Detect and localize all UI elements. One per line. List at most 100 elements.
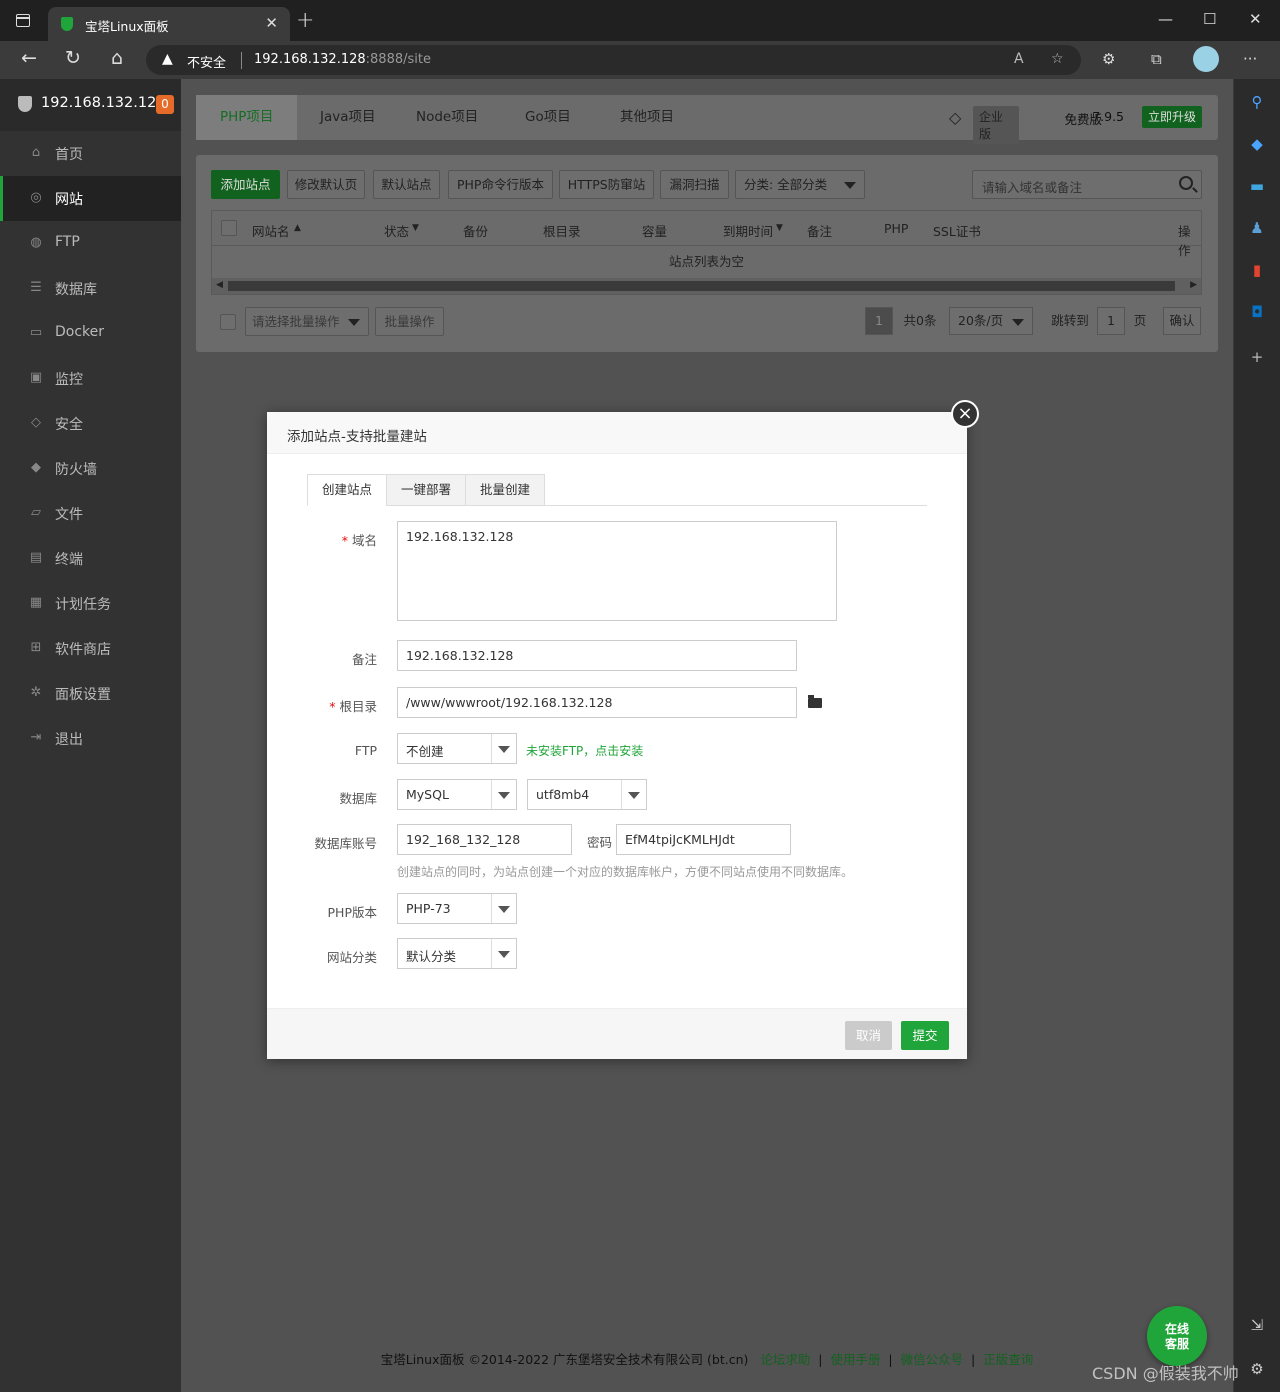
horizontal-scrollbar[interactable]: ◀ ▶ — [212, 278, 1201, 294]
dialog-close-icon[interactable]: × — [951, 400, 979, 428]
extensions-icon[interactable]: ⚙ — [1102, 50, 1115, 68]
install-ftp-link[interactable]: 未安装FTP，点击安装 — [526, 742, 643, 759]
warning-icon[interactable]: ▲ — [162, 51, 173, 67]
sidebar-item-monitor[interactable]: ▣ 监控 — [0, 356, 181, 401]
tab-close-icon[interactable]: ✕ — [265, 14, 278, 32]
open-sidebar-icon[interactable]: ⇲ — [1246, 1314, 1268, 1336]
database-type-select[interactable]: MySQL — [397, 779, 517, 810]
scroll-right-icon[interactable]: ▶ — [1190, 280, 1197, 290]
scroll-thumb[interactable] — [228, 281, 1175, 291]
db-account-input[interactable]: 192_168_132_128 — [397, 824, 572, 855]
tab-one-click-deploy[interactable]: 一键部署 — [386, 474, 466, 506]
back-icon[interactable]: ← — [17, 47, 41, 69]
category-select[interactable]: 分类: 全部分类 — [735, 170, 865, 199]
wechat-link[interactable]: 微信公众号 — [901, 1352, 964, 1367]
sidebar-item-security[interactable]: ◇ 安全 — [0, 401, 181, 446]
browser-tab[interactable]: 宝塔Linux面板 ✕ — [48, 7, 290, 41]
root-dir-input[interactable]: /www/wwwroot/192.168.132.128 — [397, 687, 797, 718]
license-link[interactable]: 正版查询 — [983, 1352, 1033, 1367]
tab-node[interactable]: Node项目 — [416, 95, 478, 140]
tab-go[interactable]: Go项目 — [525, 95, 571, 140]
col-expire[interactable]: 到期时间 — [723, 221, 773, 240]
edit-default-page-button[interactable]: 修改默认页 — [287, 170, 365, 199]
tab-php[interactable]: PHP项目 — [196, 95, 298, 140]
sidebar-item-cron[interactable]: ▦ 计划任务 — [0, 581, 181, 626]
remark-input[interactable]: 192.168.132.128 — [397, 640, 797, 671]
add-icon[interactable]: + — [1246, 346, 1268, 368]
sort-down-icon[interactable]: ▼ — [776, 223, 783, 233]
sort-up-icon[interactable]: ▲ — [294, 223, 301, 233]
php-version-select[interactable]: PHP-73 — [397, 893, 517, 924]
outlook-icon[interactable]: ◘ — [1246, 301, 1268, 323]
submit-button[interactable]: 提交 — [901, 1021, 949, 1050]
more-menu-icon[interactable]: ··· — [1243, 50, 1257, 68]
shopping-tag-icon[interactable]: ◆ — [1246, 133, 1268, 155]
tab-batch-create[interactable]: 批量创建 — [465, 474, 545, 506]
cancel-button[interactable]: 取消 — [845, 1021, 892, 1050]
collections-icon[interactable]: ⧉ — [1151, 50, 1162, 68]
sidebar-item-logout[interactable]: ⇥ 退出 — [0, 716, 181, 761]
sort-down-icon[interactable]: ▼ — [412, 223, 419, 233]
home-icon[interactable]: ⌂ — [105, 47, 129, 69]
ftp-select[interactable]: 不创建 — [397, 733, 517, 764]
window-close-icon[interactable]: ✕ — [1249, 10, 1262, 28]
col-status[interactable]: 状态 — [384, 221, 409, 240]
scroll-left-icon[interactable]: ◀ — [216, 280, 223, 290]
sidebar-item-website[interactable]: ◎ 网站 — [0, 176, 181, 221]
sidebar-item-store[interactable]: ⊞ 软件商店 — [0, 626, 181, 671]
refresh-icon[interactable]: ↻ — [61, 47, 85, 69]
minimize-icon[interactable]: — — [1158, 10, 1173, 28]
domain-textarea[interactable]: 192.168.132.128 — [397, 521, 837, 621]
page-confirm-button[interactable]: 确认 — [1163, 307, 1201, 335]
per-page-select[interactable]: 20条/页 — [949, 307, 1033, 335]
maximize-icon[interactable]: ☐ — [1203, 10, 1216, 28]
db-password-input[interactable]: EfM4tpiJcKMLHJdt — [616, 824, 791, 855]
forum-link[interactable]: 论坛求助 — [760, 1352, 810, 1367]
sidebar-item-terminal[interactable]: ▤ 终端 — [0, 536, 181, 581]
insecure-label[interactable]: 不安全 — [187, 52, 226, 71]
add-site-button[interactable]: 添加站点 — [211, 170, 280, 199]
page-current[interactable]: 1 — [865, 307, 893, 335]
database-charset-select[interactable]: utf8mb4 — [527, 779, 647, 810]
sidebar-item-database[interactable]: ☰ 数据库 — [0, 266, 181, 311]
default-site-button[interactable]: 默认站点 — [373, 170, 440, 199]
batch-action-button[interactable]: 批量操作 — [375, 307, 444, 336]
online-support-button[interactable]: 在线 客服 — [1147, 1306, 1207, 1366]
tab-java[interactable]: Java项目 — [320, 95, 376, 140]
sidebar-item-docker[interactable]: ▭ Docker — [0, 311, 181, 356]
php-cli-version-button[interactable]: PHP命令行版本 — [448, 170, 553, 199]
notification-badge[interactable]: 0 — [156, 95, 174, 114]
sidebar-item-ftp[interactable]: ◍ FTP — [0, 221, 181, 266]
url-text[interactable]: 192.168.132.128:8888/site — [254, 52, 431, 67]
sidebar-item-settings[interactable]: ✲ 面板设置 — [0, 671, 181, 716]
url-bar[interactable]: ▲ 不安全 192.168.132.128:8888/site A ☆ — [146, 45, 1081, 75]
select-all-checkbox[interactable] — [221, 220, 237, 236]
enterprise-badge[interactable]: ◇ 企业版 — [949, 106, 1019, 144]
search-icon[interactable]: ⚲ — [1246, 91, 1268, 113]
folder-open-icon[interactable] — [808, 695, 822, 708]
tab-actions-icon[interactable] — [16, 14, 30, 27]
col-site-name[interactable]: 网站名 — [252, 221, 290, 240]
profile-avatar[interactable] — [1193, 46, 1219, 72]
manual-link[interactable]: 使用手册 — [830, 1352, 880, 1367]
new-tab-button[interactable]: + — [296, 8, 314, 33]
batch-action-select[interactable]: 请选择批量操作 — [245, 307, 369, 336]
settings-icon[interactable]: ⚙ — [1246, 1358, 1268, 1380]
search-icon[interactable] — [1179, 176, 1193, 190]
tab-create-site[interactable]: 创建站点 — [307, 474, 387, 506]
office-icon[interactable]: ▮ — [1246, 259, 1268, 281]
read-aloud-icon[interactable]: A — [1014, 51, 1024, 67]
vuln-scan-button[interactable]: 漏洞扫描 — [660, 170, 729, 199]
favorite-star-icon[interactable]: ☆ — [1051, 51, 1064, 67]
page-jump-input[interactable]: 1 — [1097, 307, 1125, 335]
sidebar-item-firewall[interactable]: ◆ 防火墙 — [0, 446, 181, 491]
site-category-select[interactable]: 默认分类 — [397, 938, 517, 969]
sidebar-item-files[interactable]: ▱ 文件 — [0, 491, 181, 536]
tools-icon[interactable]: ▬ — [1246, 175, 1268, 197]
tab-other[interactable]: 其他项目 — [620, 95, 674, 140]
batch-checkbox[interactable] — [220, 314, 236, 330]
upgrade-button[interactable]: 立即升级 — [1142, 106, 1202, 128]
site-search-input[interactable]: 请输入域名或备注 — [972, 170, 1202, 199]
people-icon[interactable]: ♟ — [1246, 217, 1268, 239]
sidebar-item-home[interactable]: ⌂ 首页 — [0, 131, 181, 176]
